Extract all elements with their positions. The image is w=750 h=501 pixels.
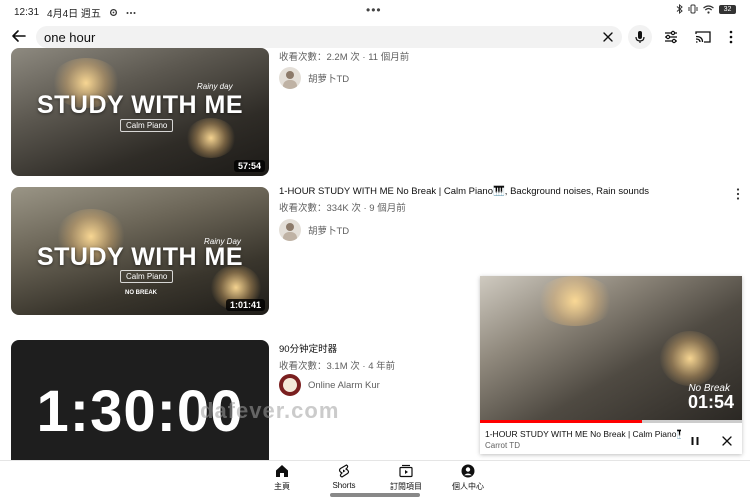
status-time: 12:31 xyxy=(14,7,40,18)
nav-profile-label: 個人中心 xyxy=(452,482,484,491)
mini-player-clock: 01:54 xyxy=(687,392,734,412)
bluetooth-icon xyxy=(676,4,683,14)
mini-player-progress[interactable] xyxy=(480,420,742,423)
thumb-no-break-badge: NO BREAK xyxy=(125,290,158,296)
more-vertical-icon xyxy=(736,188,740,200)
thumb-title: STUDY WITH ME xyxy=(36,243,244,271)
nav-profile[interactable]: 個人中心 xyxy=(438,463,498,492)
result-1-channel[interactable]: 胡萝卜TD xyxy=(279,67,349,89)
video-duration: 1:01:41 xyxy=(225,299,265,311)
channel-avatar[interactable] xyxy=(279,219,301,241)
filter-sliders-icon[interactable] xyxy=(662,28,680,46)
candle-glow xyxy=(186,118,236,158)
more-dots-icon xyxy=(126,11,136,14)
result-2-meta[interactable]: 1-HOUR STUDY WITH ME No Break | Calm Pia… xyxy=(279,186,739,214)
system-home-indicator[interactable] xyxy=(330,493,420,497)
home-icon xyxy=(276,465,288,477)
nav-shorts[interactable]: Shorts xyxy=(314,463,374,490)
thumb-rain-tag: Rainy day xyxy=(197,82,233,91)
profile-icon xyxy=(461,464,475,478)
window-handle-dots[interactable]: ••• xyxy=(366,3,382,17)
result-1-meta[interactable]: 收看次數：2.2M 次 · 11 個月前 xyxy=(279,46,739,63)
mini-player[interactable]: No Break 01:54 1-HOUR STUDY WITH ME No B… xyxy=(480,276,742,454)
nav-shorts-label: Shorts xyxy=(332,481,356,490)
channel-avatar[interactable] xyxy=(279,374,301,396)
mini-player-channel[interactable]: Carrot TD xyxy=(485,441,520,450)
nav-home-label: 主頁 xyxy=(274,482,290,491)
video-thumbnail[interactable]: Rainy Day STUDY WITH ME Calm Piano NO BR… xyxy=(11,187,269,315)
nav-home[interactable]: 主頁 xyxy=(252,463,312,492)
nav-subscriptions-label: 訂閱項目 xyxy=(390,482,422,491)
clear-search-icon[interactable] xyxy=(600,29,616,45)
status-bar: 12:31 4月4日 週五 ••• 32 xyxy=(0,0,750,22)
back-arrow-icon[interactable] xyxy=(9,26,29,46)
video-thumbnail[interactable]: Rainy day STUDY WITH ME Calm Piano 57:54 xyxy=(11,48,269,176)
result-1-thumbnail[interactable]: Rainy day STUDY WITH ME Calm Piano 57:54 xyxy=(11,48,269,176)
mini-player-progress-fill xyxy=(480,420,643,423)
mini-player-title[interactable]: 1-HOUR STUDY WITH ME No Break | Calm Pia… xyxy=(485,429,681,440)
vibrate-icon xyxy=(688,4,698,14)
thumb-subtitle: Calm Piano xyxy=(120,270,174,283)
video-stats: 收看次數：334K 次 · 9 個月前 xyxy=(279,203,406,214)
wifi-icon xyxy=(703,4,714,14)
channel-name[interactable]: 胡萝卜TD xyxy=(308,223,349,237)
channel-name[interactable]: 胡萝卜TD xyxy=(308,71,349,85)
nav-subscriptions[interactable]: 訂閱項目 xyxy=(376,463,436,492)
channel-name[interactable]: Online Alarm Kur xyxy=(308,380,380,391)
video-title[interactable]: 1-HOUR STUDY WITH ME No Break | Calm Pia… xyxy=(279,186,739,197)
result-3-channel[interactable]: Online Alarm Kur xyxy=(279,374,380,396)
status-right: 32 xyxy=(676,4,736,14)
channel-avatar[interactable] xyxy=(279,67,301,89)
settings-gear-icon xyxy=(109,8,117,17)
status-left: 12:31 4月4日 週五 xyxy=(14,5,136,20)
result-2-channel[interactable]: 胡萝卜TD xyxy=(279,219,349,241)
status-date: 4月4日 週五 xyxy=(47,9,101,20)
mini-player-video[interactable]: No Break 01:54 xyxy=(480,276,742,422)
result-1-stats: 收看次數：2.2M 次 · 11 個月前 xyxy=(279,52,410,63)
shorts-icon xyxy=(338,464,350,478)
lamp-glow xyxy=(535,276,615,326)
search-query[interactable]: one hour xyxy=(44,30,95,45)
watermark: dafever.com xyxy=(200,398,340,423)
result-2-more-icon[interactable] xyxy=(733,187,743,201)
thumb-title: STUDY WITH ME xyxy=(36,91,244,119)
close-icon[interactable] xyxy=(720,434,734,448)
battery-icon: 32 xyxy=(719,4,736,14)
thumb-subtitle: Calm Piano xyxy=(120,119,174,132)
more-vertical-icon[interactable] xyxy=(722,28,740,46)
search-input[interactable]: one hour xyxy=(36,26,622,48)
video-duration: 57:54 xyxy=(233,160,265,172)
candle-glow xyxy=(660,331,720,386)
pause-icon[interactable] xyxy=(688,434,702,448)
cast-icon[interactable] xyxy=(694,28,712,46)
subscriptions-icon xyxy=(399,464,413,478)
result-2-thumbnail[interactable]: Rainy Day STUDY WITH ME Calm Piano NO BR… xyxy=(11,187,269,315)
